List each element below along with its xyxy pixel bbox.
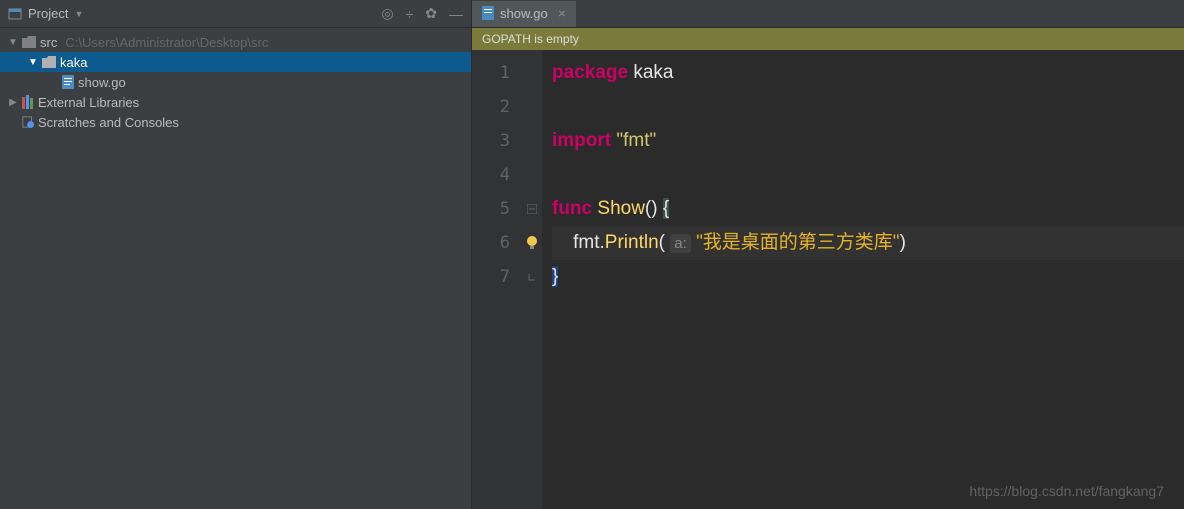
gutter-blank (522, 90, 542, 124)
bulb-icon[interactable] (522, 226, 542, 260)
tree-external-libraries[interactable]: ▶ External Libraries (0, 92, 471, 112)
chevron-down-icon: ▼ (28, 57, 38, 68)
tree-file-show-go[interactable]: show.go (0, 72, 471, 92)
line-number[interactable]: 6 (472, 226, 522, 260)
open-paren: ( (659, 232, 665, 253)
code-line[interactable]: package kaka (552, 56, 1184, 90)
gutter-icons (522, 50, 542, 509)
code-line[interactable]: } (552, 260, 1184, 294)
tree-label: Scratches and Consoles (38, 115, 179, 130)
project-icon (8, 7, 22, 21)
tree-label: show.go (78, 75, 126, 90)
code-area: 1 2 3 4 5 6 7 package kaka import "fmt" … (472, 50, 1184, 509)
identifier: kaka (633, 62, 673, 83)
line-number[interactable]: 5 (472, 192, 522, 226)
code-content[interactable]: package kaka import "fmt" func Show() { … (542, 50, 1184, 509)
collapse-icon[interactable]: ÷ (406, 6, 414, 22)
close-paren: ) (900, 232, 906, 253)
parens: () (645, 198, 658, 219)
line-number[interactable]: 3 (472, 124, 522, 158)
line-number[interactable]: 4 (472, 158, 522, 192)
method-name: Println (605, 232, 659, 253)
code-line[interactable]: func Show() { (552, 192, 1184, 226)
sidebar-title: Project (28, 6, 68, 21)
parameter-hint: a: (670, 234, 691, 253)
fold-end-icon[interactable] (522, 260, 542, 294)
gutter-blank (522, 56, 542, 90)
line-number[interactable]: 1 (472, 56, 522, 90)
line-number[interactable]: 2 (472, 90, 522, 124)
line-gutter: 1 2 3 4 5 6 7 (472, 50, 522, 509)
go-file-icon (482, 6, 494, 20)
close-icon[interactable]: × (558, 5, 566, 21)
gutter-blank (522, 124, 542, 158)
sidebar-toolbar: ◎ ÷ ✿ — (381, 5, 463, 22)
target-icon[interactable]: ◎ (381, 5, 393, 22)
tree-folder-kaka[interactable]: ▼ kaka (0, 52, 471, 72)
fold-icon[interactable] (522, 192, 542, 226)
warning-bar[interactable]: GOPATH is empty (472, 28, 1184, 50)
keyword-func: func (552, 198, 592, 219)
folder-icon (22, 36, 36, 48)
editor-area: show.go × GOPATH is empty 1 2 3 4 5 6 7 … (472, 0, 1184, 509)
function-name: Show (597, 198, 645, 219)
chevron-right-icon: ▶ (8, 97, 18, 108)
project-sidebar: Project ▼ ◎ ÷ ✿ — ▼ src C:\Users\Adminis… (0, 0, 472, 509)
chevron-down-icon: ▼ (8, 37, 18, 48)
gear-icon[interactable]: ✿ (425, 5, 437, 22)
string-literal: "我是桌面的第三方类库" (696, 232, 900, 253)
keyword-package: package (552, 62, 628, 83)
string-literal: "fmt" (616, 130, 656, 151)
tree-label: src (40, 35, 57, 50)
tab-label: show.go (500, 6, 548, 21)
close-brace: } (552, 266, 558, 287)
go-file-icon (62, 75, 74, 89)
sidebar-header: Project ▼ ◎ ÷ ✿ — (0, 0, 471, 28)
code-line[interactable]: fmt.Println( a: "我是桌面的第三方类库") (552, 226, 1184, 260)
tab-show-go[interactable]: show.go × (472, 1, 576, 27)
sidebar-title-area[interactable]: Project ▼ (8, 6, 83, 21)
keyword-import: import (552, 130, 611, 151)
code-line[interactable] (552, 158, 1184, 192)
tree-root-src[interactable]: ▼ src C:\Users\Administrator\Desktop\src (0, 32, 471, 52)
hide-icon[interactable]: — (449, 6, 463, 22)
tree-label: kaka (60, 55, 87, 70)
tab-bar: show.go × (472, 0, 1184, 28)
scratches-icon (22, 115, 34, 129)
line-number[interactable]: 7 (472, 260, 522, 294)
library-icon (22, 95, 34, 109)
open-brace: { (663, 198, 669, 219)
tree-scratches[interactable]: Scratches and Consoles (0, 112, 471, 132)
gutter-blank (522, 158, 542, 192)
project-tree: ▼ src C:\Users\Administrator\Desktop\src… (0, 28, 471, 509)
folder-icon (42, 56, 56, 68)
tree-label: External Libraries (38, 95, 139, 110)
tree-path: C:\Users\Administrator\Desktop\src (65, 35, 268, 50)
dropdown-arrow-icon: ▼ (74, 9, 83, 19)
identifier: fmt. (573, 232, 605, 253)
code-line[interactable]: import "fmt" (552, 124, 1184, 158)
code-line[interactable] (552, 90, 1184, 124)
